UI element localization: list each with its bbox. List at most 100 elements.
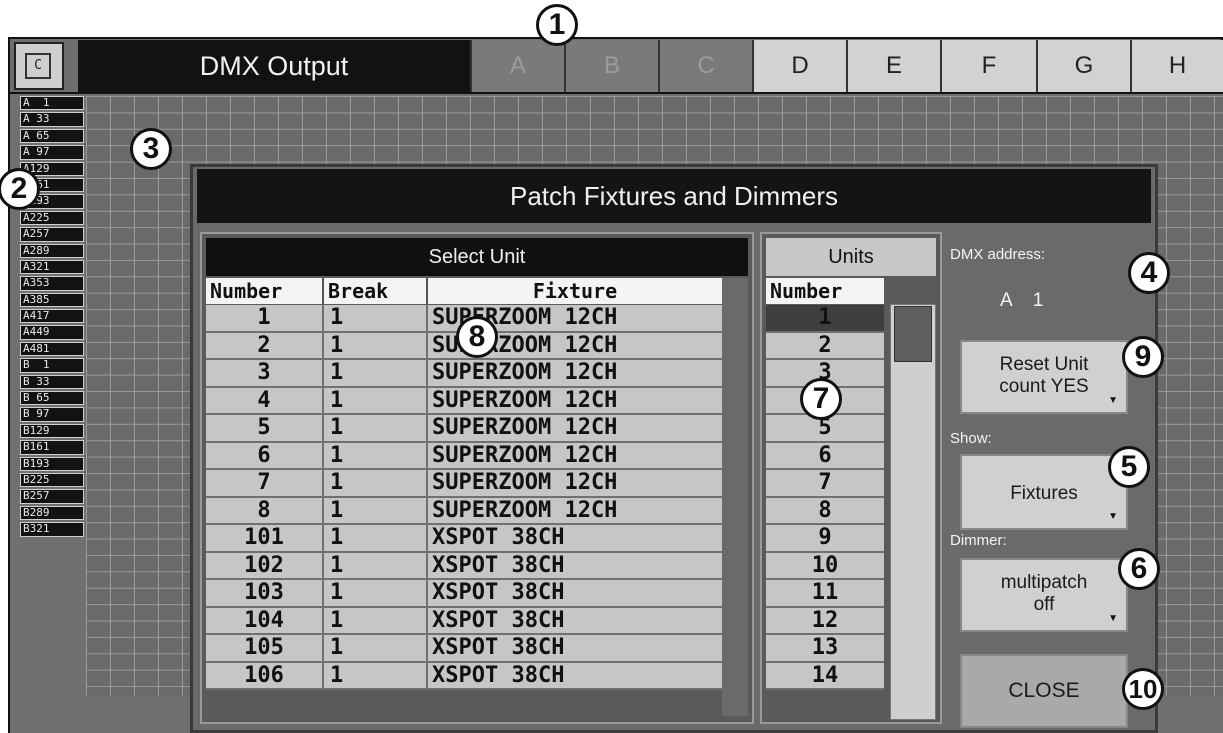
row-label: B 1 <box>20 358 84 373</box>
cell-fixture: SUPERZOOM 12CH <box>432 470 618 495</box>
page-tab-d[interactable]: D <box>752 40 846 92</box>
page-tab-a[interactable]: A <box>470 40 564 92</box>
cell-number: 8 <box>206 497 324 523</box>
table-row[interactable]: 8 1 SUPERZOOM 12CH <box>206 497 722 525</box>
cell-number: 7 <box>206 470 324 496</box>
callout-marker: 8 <box>456 316 498 358</box>
table-row[interactable]: 7 1 SUPERZOOM 12CH <box>206 470 722 498</box>
dimmer-multipatch-button[interactable]: multipatch off ▼ <box>960 558 1128 632</box>
dropdown-arrow-icon: ▼ <box>1108 395 1118 406</box>
units-scrollbar[interactable] <box>890 304 936 720</box>
table-row[interactable]: 6 1 SUPERZOOM 12CH <box>206 442 722 470</box>
page-tab-h[interactable]: H <box>1130 40 1223 92</box>
dialog-title: Patch Fixtures and Dimmers <box>197 169 1151 223</box>
callout-marker: 2 <box>0 168 40 210</box>
cell-fixture: XSPOT 38CH <box>432 635 565 660</box>
row-label: A 33 <box>20 112 84 127</box>
dmx-address-value: A 1 <box>1000 290 1044 311</box>
table-row[interactable]: 106 1 XSPOT 38CH <box>206 662 722 690</box>
row-label: A 97 <box>20 145 84 160</box>
row-label: A353 <box>20 276 84 291</box>
unit-list-item[interactable]: 2 <box>766 332 884 360</box>
cell-number: 102 <box>206 552 324 578</box>
page-tab-e[interactable]: E <box>846 40 940 92</box>
row-label: A321 <box>20 259 84 275</box>
row-label: A481 <box>20 341 84 357</box>
callout-marker: 5 <box>1108 446 1150 488</box>
table-row[interactable]: 103 1 XSPOT 38CH <box>206 580 722 608</box>
close-button[interactable]: CLOSE <box>960 654 1128 728</box>
select-unit-heading: Select Unit <box>206 238 748 276</box>
show-fixtures-button[interactable]: Fixtures ▼ <box>960 454 1128 530</box>
table-row[interactable]: 101 1 XSPOT 38CH <box>206 525 722 553</box>
unit-list-item[interactable]: 10 <box>766 552 884 580</box>
cell-break: 1 <box>324 332 428 358</box>
row-label: B129 <box>20 423 84 439</box>
reset-unit-count-button[interactable]: Reset Unit count YES ▼ <box>960 340 1128 414</box>
table-row[interactable]: 5 1 SUPERZOOM 12CH <box>206 415 722 443</box>
corner-button[interactable]: C <box>14 42 64 90</box>
column-header-fixture[interactable]: Fixture <box>428 278 722 304</box>
reset-unit-line1: Reset Unit <box>999 354 1089 375</box>
cell-break: 1 <box>324 580 428 606</box>
unit-list-item[interactable]: 9 <box>766 525 884 553</box>
table-row[interactable]: 104 1 XSPOT 38CH <box>206 607 722 635</box>
callout-marker: 6 <box>1118 548 1160 590</box>
row-label: B 97 <box>20 407 84 422</box>
unit-list-item[interactable]: 1 <box>766 305 884 333</box>
unit-list-item[interactable]: 7 <box>766 470 884 498</box>
unit-list-item[interactable]: 12 <box>766 607 884 635</box>
cell-number: 6 <box>206 442 324 468</box>
cell-number: 103 <box>206 580 324 606</box>
cell-number: 106 <box>206 662 324 688</box>
unit-list-item[interactable]: 13 <box>766 635 884 663</box>
select-unit-gutter <box>722 278 748 716</box>
page-tab-g[interactable]: G <box>1036 40 1130 92</box>
reset-unit-line2: count YES <box>999 376 1089 397</box>
page-tab-f[interactable]: F <box>940 40 1036 92</box>
units-scrollbar-thumb[interactable] <box>894 306 932 362</box>
row-label: A289 <box>20 243 84 258</box>
dmx-row-labels: A 1 A 33 A 65 A 97 A129 A161 A193 A225 A… <box>20 96 84 539</box>
dmx-address-label: DMX address: <box>950 246 1046 263</box>
cell-number: 4 <box>206 387 324 413</box>
table-row[interactable]: 102 1 XSPOT 38CH <box>206 552 722 580</box>
row-label: A 1 <box>20 96 84 111</box>
cell-break: 1 <box>324 415 428 441</box>
table-row[interactable]: 105 1 XSPOT 38CH <box>206 635 722 663</box>
cell-fixture: SUPERZOOM 12CH <box>432 415 618 440</box>
units-rows: 1234567891011121314 <box>766 305 884 690</box>
unit-list-item[interactable]: 8 <box>766 497 884 525</box>
callout-marker: 9 <box>1122 336 1164 378</box>
cell-fixture: XSPOT 38CH <box>432 607 565 633</box>
window-title: DMX Output <box>78 40 470 92</box>
row-label: A225 <box>20 210 84 226</box>
column-header-break[interactable]: Break <box>324 278 428 304</box>
cell-fixture: SUPERZOOM 12CH <box>432 360 618 385</box>
cell-number: 3 <box>206 360 324 386</box>
cell-fixture: SUPERZOOM 12CH <box>432 442 618 468</box>
row-label: B321 <box>20 522 84 537</box>
dimmer-button-line1: multipatch <box>1000 572 1088 593</box>
show-button-label: Fixtures <box>1010 483 1078 504</box>
row-label: B193 <box>20 456 84 471</box>
unit-list-item[interactable]: 6 <box>766 442 884 470</box>
page-tab-b[interactable]: B <box>564 40 658 92</box>
table-row[interactable]: 4 1 SUPERZOOM 12CH <box>206 387 722 415</box>
unit-list-item[interactable]: 11 <box>766 580 884 608</box>
row-label: A417 <box>20 309 84 324</box>
row-label: B225 <box>20 472 84 488</box>
column-header-number[interactable]: Number <box>206 278 324 304</box>
select-unit-rows: 1 1 SUPERZOOM 12CH 2 1 SUPERZOOM 12CH 3 1 SUPERZ… <box>206 305 722 690</box>
row-label: B 33 <box>20 374 84 390</box>
table-row[interactable]: 3 1 SUPERZOOM 12CH <box>206 360 722 388</box>
callout-marker: 7 <box>800 378 842 420</box>
cell-number: 104 <box>206 607 324 633</box>
cell-number: 5 <box>206 415 324 441</box>
cell-fixture: XSPOT 38CH <box>432 580 565 605</box>
unit-list-item[interactable]: 14 <box>766 662 884 690</box>
cell-fixture: XSPOT 38CH <box>432 552 565 578</box>
cell-number: 1 <box>206 305 324 331</box>
page-tab-c[interactable]: C <box>658 40 752 92</box>
cell-fixture: XSPOT 38CH <box>432 525 565 550</box>
